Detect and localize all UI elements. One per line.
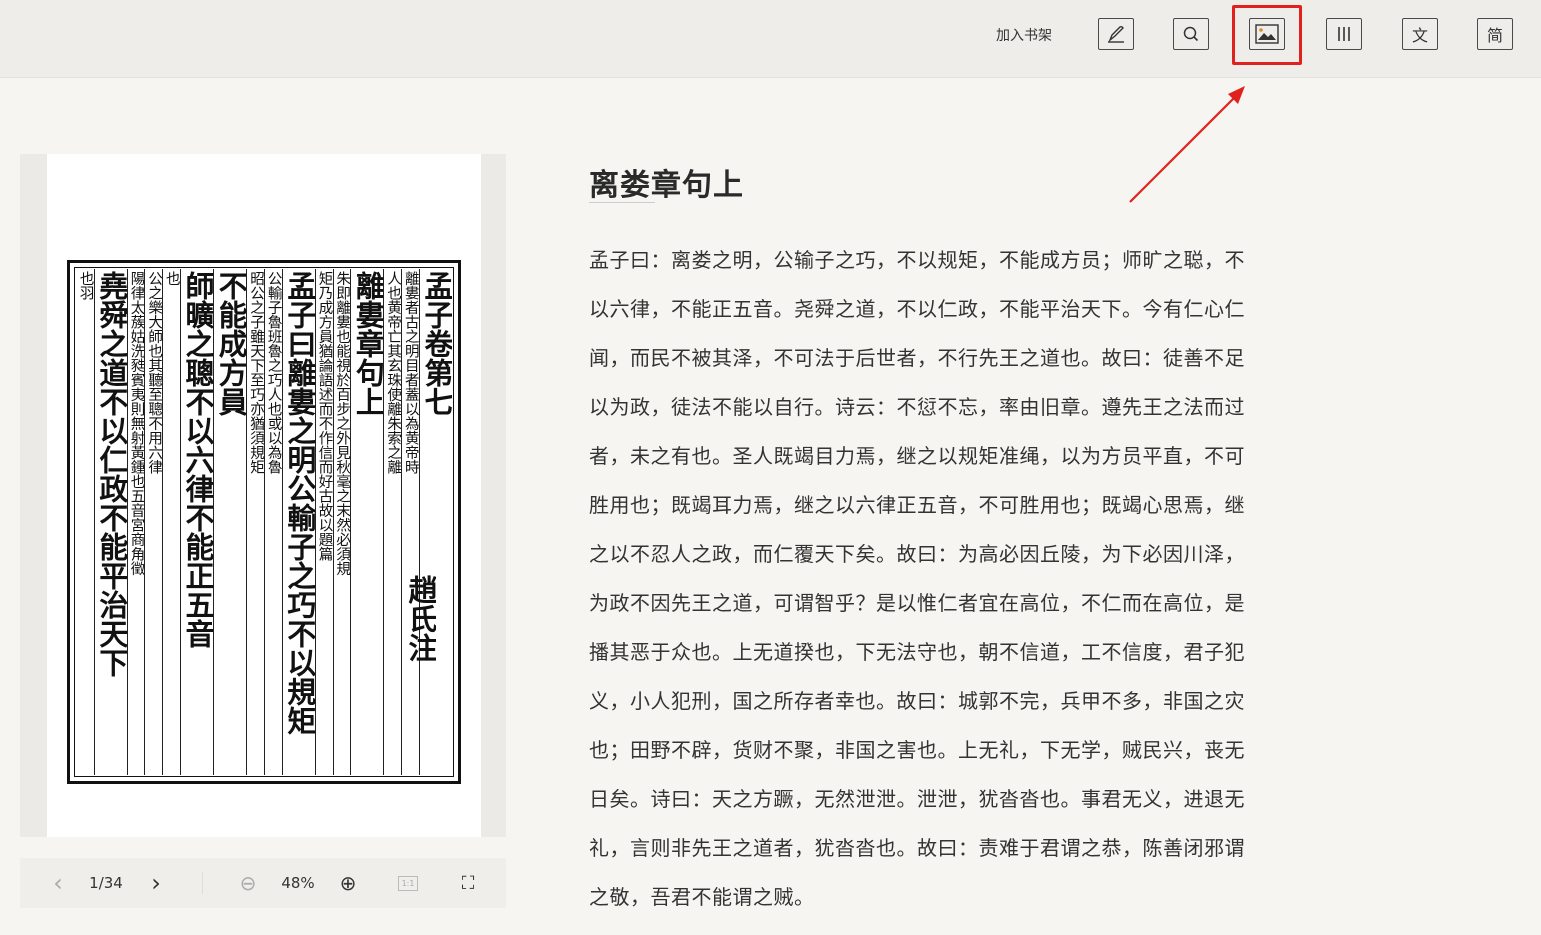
add-to-shelf-button[interactable]: 加入书架 [996, 25, 1052, 47]
actual-size-button[interactable]: 1:1 [397, 858, 419, 908]
scan-panel: 孟子卷第七 離婁者古之明目者蓋以為黄帝時 人也黄帝亡其玄珠使離朱索之離 離婁章句上 朱即… [20, 154, 506, 837]
scan-column: 堯舜之道不以仁政不能平治天下 [93, 269, 127, 775]
fullscreen-icon[interactable]: ⛶ [456, 858, 480, 908]
zoom-out-icon[interactable]: ⊖ [236, 858, 260, 908]
text-line: 礼，言则非先王之道者，犹沓沓也。故曰：责难于君谓之恭，陈善闭邪谓 [589, 836, 1245, 860]
text-line: 日矣。诗曰：天之方蹶，无然泄泄。泄泄，犹沓沓也。事君无义，进退无 [589, 787, 1245, 811]
scan-column: 離婁者古之明目者蓋以為黄帝時 [401, 269, 419, 775]
scan-column: 不能成方員 [213, 269, 246, 775]
text-line: 孟子曰：离娄之明，公输子之巧，不以规矩，不能成方员；师旷之聪，不 [589, 248, 1245, 272]
text-line: 义，小人犯刑，国之所存者幸也。故曰：城郭不完，兵甲不多，非国之灾 [589, 689, 1245, 713]
annotation-arrow [1129, 86, 1245, 203]
scan-column: 離婁章句上 [350, 269, 383, 775]
divider [202, 872, 203, 894]
scan-column: 師曠之聰不以六律不能正五音 [179, 269, 213, 775]
highlight-box [1232, 5, 1302, 65]
text-line: 为政不因先王之道，可谓智乎？是以惟仁者宜在高位，不仁而在高位，是 [589, 591, 1245, 615]
simplified-chinese-button[interactable]: 简 [1477, 18, 1513, 50]
text-line: 之敬，吾君不能谓之贼。 [589, 885, 815, 909]
actual-size-icon: 1:1 [397, 875, 419, 891]
scan-frame: 孟子卷第七 離婁者古之明目者蓋以為黄帝時 人也黄帝亡其玄珠使離朱索之離 離婁章句上 朱即… [67, 260, 461, 784]
scan-author: 趙氏注 [404, 575, 436, 662]
top-toolbar: 加入书架 文 简 [0, 0, 1541, 78]
text-line: 播其恶于众也。上无道揆也，下无法守也，朝不信道，工不信度，君子犯 [589, 640, 1245, 664]
zoom-in-icon[interactable]: ⊕ [336, 858, 360, 908]
search-icon [1183, 26, 1199, 42]
scan-columns: 孟子卷第七 離婁者古之明目者蓋以為黄帝時 人也黄帝亡其玄珠使離朱索之離 離婁章句上 朱即… [76, 269, 452, 775]
scan-column: 昭公之子雖天下至巧亦猶須規矩 [246, 269, 264, 775]
scanned-page-image[interactable]: 孟子卷第七 離婁者古之明目者蓋以為黄帝時 人也黄帝亡其玄珠使離朱索之離 離婁章句上 朱即… [47, 154, 481, 837]
scan-column: 孟子曰離婁之明公輸子之巧不以規矩 [281, 269, 315, 775]
title-underline [589, 202, 655, 203]
zoom-level: 48% [281, 874, 315, 892]
prev-page-icon[interactable]: ‹ [46, 858, 70, 908]
scan-column: 公輸子魯班魯之巧人也或以為魯 [263, 269, 282, 775]
pen-icon [1108, 25, 1124, 43]
annotate-button[interactable] [1098, 18, 1134, 50]
scan-column: 人也黄帝亡其玄珠使離朱索之離 [383, 269, 401, 775]
scan-column: 孟子卷第七 [418, 269, 452, 775]
scan-column: 也羽 [77, 271, 94, 300]
text-line: 以为政，徒法不能以自行。诗云：不愆不忘，率由旧章。遵先王之法而过 [589, 395, 1245, 419]
chapter-title: 离娄章句上 [589, 168, 744, 203]
next-page-icon[interactable]: › [144, 858, 168, 908]
text-line: 胜用也；既竭耳力焉，继之以六律正五音，不可胜用也；既竭心思焉，继 [589, 493, 1245, 517]
scan-column: 朱即離婁也能視於百步之外見秋毫之末然必須規 [332, 269, 350, 775]
text-line: 之以不忍人之政，而仁覆天下矣。故曰：为高必因丘陵，为下必因川泽， [589, 542, 1245, 566]
columns-icon [1338, 27, 1350, 41]
text-line: 也；田野不辟，货财不聚，非国之害也。上无礼，下无学，贼民兴，丧无 [589, 738, 1245, 762]
text-line: 闻，而民不被其泽，不可法于后世者，不行先王之道也。故曰：徒善不足 [589, 346, 1245, 370]
scan-column: 陽律太蔟姑洗甤賓夷則無射黃鍾也五音宮商角徵 [126, 269, 144, 775]
page-indicator: 1/34 [89, 874, 123, 892]
scan-column: 也 [162, 269, 180, 775]
scan-column: 矩乃成方員猶論語述而不作信而好古故以題篇 [314, 269, 333, 775]
image-viewer-controls: ‹ 1/34 › ⊖ 48% ⊕ 1:1 ⛶ [20, 858, 506, 908]
text-line: 者，未之有也。圣人既竭目力焉，继之以规矩准绳，以为方员平直，不可 [589, 444, 1245, 468]
text-mode-button[interactable]: 文 [1402, 18, 1438, 50]
chapter-text: 孟子曰：离娄之明，公输子之巧，不以规矩，不能成方员；师旷之聪，不 以六律，不能正五… [589, 236, 1301, 922]
search-button[interactable] [1173, 18, 1209, 50]
text-line: 以六律，不能正五音。尧舜之道，不以仁政，不能平治天下。今有仁心仁 [589, 297, 1245, 321]
columns-button[interactable] [1326, 18, 1362, 50]
scan-column: 公之樂大師也其聽至聰不用六律 [144, 269, 162, 775]
